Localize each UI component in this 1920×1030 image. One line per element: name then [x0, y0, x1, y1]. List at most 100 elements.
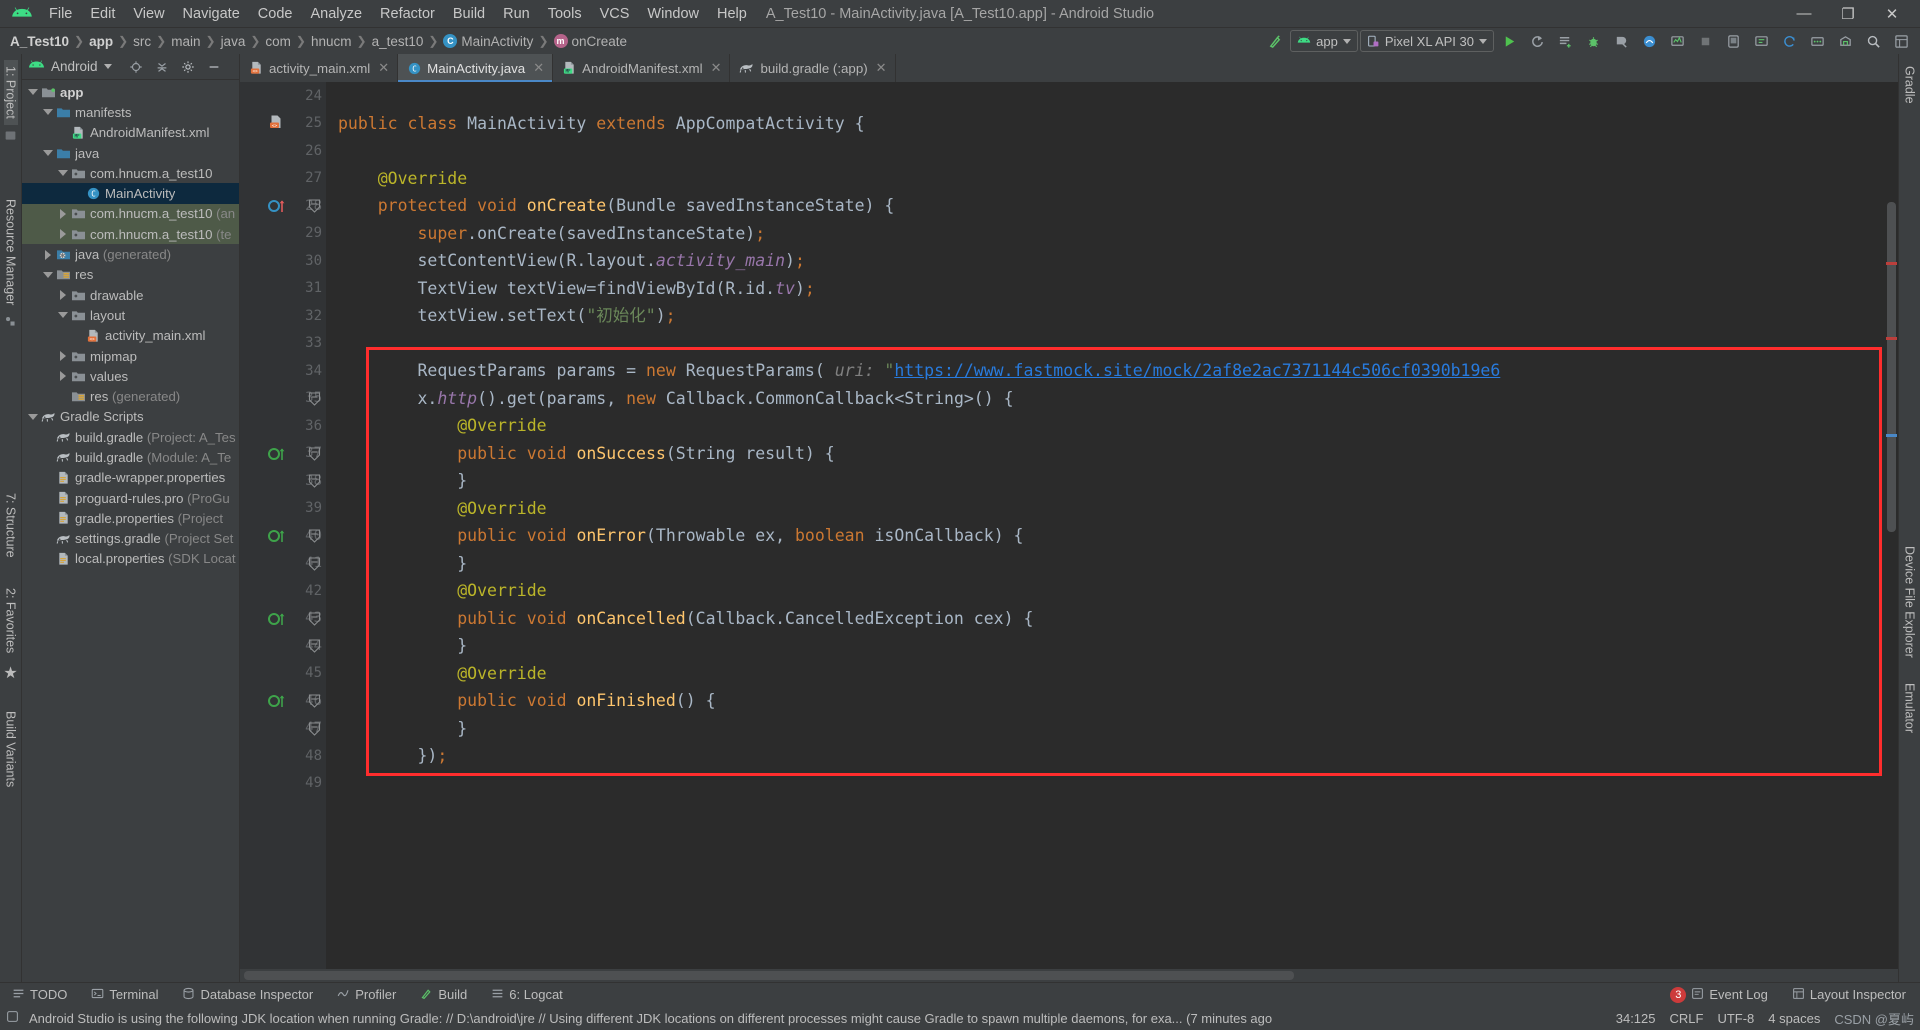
code-fold-icon[interactable] [308, 556, 321, 575]
tool-event-log[interactable]: 3 Event Log [1666, 985, 1772, 1005]
code-line[interactable]: public void onFinished() { [338, 687, 1898, 715]
device-selector[interactable]: Pixel XL API 30 [1359, 30, 1494, 52]
error-stripe-mark[interactable] [1886, 262, 1897, 265]
menu-code[interactable]: Code [249, 3, 302, 25]
breadcrumb-item-method[interactable]: onCreate [572, 34, 628, 49]
tree-item-com-hnucm-a-test10[interactable]: com.hnucm.a_test10 (te [22, 224, 239, 245]
menu-refactor[interactable]: Refactor [371, 3, 444, 25]
tool-todo[interactable]: TODO [8, 985, 71, 1005]
tree-item-build-gradle[interactable]: build.gradle (Project: A_Tes [22, 427, 239, 447]
implements-method-marker-icon[interactable] [268, 446, 288, 466]
gutter-line[interactable]: 29 [240, 220, 326, 248]
tool-database-inspector[interactable]: Database Inspector [178, 985, 317, 1005]
menu-tools[interactable]: Tools [539, 3, 591, 25]
breadcrumb-item-app[interactable]: app [89, 34, 113, 49]
chevron-down-icon[interactable] [56, 312, 70, 319]
gutter-line[interactable]: 32 [240, 302, 326, 330]
minimize-button[interactable]: — [1782, 0, 1826, 27]
indent-setting[interactable]: 4 spaces [1768, 1011, 1820, 1026]
hscrollbar-thumb[interactable] [244, 971, 1294, 980]
rail-item-gradle[interactable]: Gradle [1903, 60, 1917, 110]
code-fold-icon[interactable] [308, 474, 321, 492]
gutter-line[interactable]: 24 [240, 82, 326, 110]
tree-item-manifests[interactable]: manifests [22, 102, 239, 122]
gear-icon[interactable] [178, 57, 198, 77]
code-line[interactable] [338, 137, 1898, 165]
project-view-selector-label[interactable]: Android [51, 59, 98, 74]
breadcrumb-item-main[interactable]: main [171, 34, 200, 49]
chevron-down-icon[interactable] [41, 150, 55, 157]
file-encoding[interactable]: UTF-8 [1717, 1011, 1754, 1026]
avd-manager-icon[interactable] [1720, 30, 1746, 52]
close-icon[interactable]: ✕ [876, 60, 887, 76]
tree-item-res[interactable]: res [22, 265, 239, 285]
gutter-line[interactable]: 46 [240, 687, 326, 715]
avd-icon[interactable] [1804, 30, 1830, 52]
error-stripe-mark[interactable] [1886, 337, 1897, 340]
code-line[interactable]: public void onCancelled(Callback.Cancell… [338, 605, 1898, 633]
rail-item-build-variants[interactable]: Build Variants [4, 705, 18, 793]
tree-item-java[interactable]: java [22, 143, 239, 163]
editor-gutter[interactable]: 24 <> 25 26 27 28 29 30 31 32 33 34 35 36 37 38 39 40 41 42… [240, 82, 326, 969]
menu-vcs[interactable]: VCS [591, 3, 639, 25]
gutter-line[interactable]: 27 [240, 165, 326, 193]
code-line[interactable]: public void onError(Throwable ex, boolea… [338, 522, 1898, 550]
gutter-line[interactable]: 39 [240, 495, 326, 523]
gutter-line[interactable]: 33 [240, 330, 326, 358]
code-line[interactable]: textView.setText("初始化"); [338, 302, 1898, 330]
implements-method-marker-icon[interactable] [268, 528, 288, 548]
chevron-down-icon[interactable] [26, 89, 40, 96]
tool-layout-inspector[interactable]: Layout Inspector [1788, 985, 1910, 1005]
menu-build[interactable]: Build [444, 3, 494, 25]
chevron-down-icon[interactable] [41, 109, 55, 116]
menu-window[interactable]: Window [638, 3, 708, 25]
caret-position[interactable]: 34:125 [1616, 1011, 1656, 1026]
tree-item-mipmap[interactable]: mipmap [22, 346, 239, 366]
chevron-right-icon[interactable] [56, 208, 70, 219]
tree-item-local-properties[interactable]: local.properties (SDK Locat [22, 549, 239, 569]
project-tree[interactable]: app manifests MF AndroidManifest.xml java com… [22, 80, 239, 982]
code-line[interactable]: }); [338, 742, 1898, 770]
collapse-all-icon[interactable] [152, 57, 172, 77]
code-line[interactable]: setContentView(R.layout.activity_main); [338, 247, 1898, 275]
tool-profiler[interactable]: Profiler [333, 985, 400, 1005]
rail-item-project[interactable]: 1: Project [3, 60, 18, 125]
tree-item-proguard-rules-pro[interactable]: proguard-rules.pro (ProGu [22, 488, 239, 508]
implements-method-marker-icon[interactable] [268, 693, 288, 713]
gutter-line[interactable]: 40 [240, 522, 326, 550]
code-line[interactable]: public void onSuccess(String result) { [338, 440, 1898, 468]
tree-item-res[interactable]: res (generated) [22, 386, 239, 406]
tree-item-com-hnucm-a-test10[interactable]: com.hnucm.a_test10 (an [22, 203, 239, 225]
tree-item-androidmanifest-xml[interactable]: MF AndroidManifest.xml [22, 123, 239, 143]
rail-item-emulator[interactable]: Emulator [1903, 677, 1917, 739]
tree-item-gradle-wrapper-properties[interactable]: gradle-wrapper.properties [22, 468, 239, 488]
code-line[interactable] [338, 770, 1898, 798]
code-line[interactable]: } [338, 715, 1898, 743]
tree-item-app[interactable]: app [22, 82, 239, 102]
apply-code-changes-icon[interactable] [1552, 30, 1578, 52]
code-line[interactable]: TextView textView=findViewById(R.id.tv); [338, 275, 1898, 303]
tree-item-gradle-scripts[interactable]: Gradle Scripts [22, 407, 239, 427]
menu-navigate[interactable]: Navigate [174, 3, 249, 25]
line-separator[interactable]: CRLF [1670, 1011, 1704, 1026]
sdk-icon[interactable] [1832, 30, 1858, 52]
breadcrumb-item-com[interactable]: com [265, 34, 291, 49]
tree-item-java[interactable]: java (generated) [22, 244, 239, 264]
tree-item-activity-main-xml[interactable]: <> activity_main.xml [22, 326, 239, 346]
profiler-icon[interactable] [1636, 30, 1662, 52]
run-icon[interactable] [1496, 30, 1522, 52]
gutter-line[interactable]: 31 [240, 275, 326, 303]
editor-tab-activity-main-xml[interactable]: <> activity_main.xml ✕ [240, 54, 399, 82]
breadcrumb-item-class[interactable]: MainActivity [461, 34, 533, 49]
chevron-down-icon[interactable] [103, 64, 112, 69]
status-message[interactable]: Android Studio is using the following JD… [29, 1011, 1606, 1026]
code-line[interactable]: @Override [338, 660, 1898, 688]
implements-method-marker-icon[interactable] [268, 611, 288, 631]
gutter-line[interactable]: 38 [240, 467, 326, 495]
code-line[interactable]: @Override [338, 577, 1898, 605]
chevron-down-icon[interactable] [26, 413, 40, 420]
menu-edit[interactable]: Edit [81, 3, 124, 25]
code-fold-icon[interactable] [308, 529, 321, 547]
chevron-down-icon[interactable] [41, 271, 55, 278]
code-fold-icon[interactable] [308, 694, 321, 712]
